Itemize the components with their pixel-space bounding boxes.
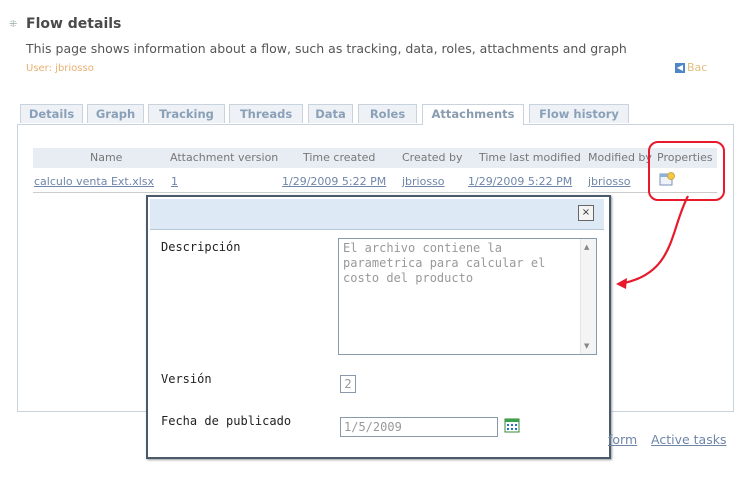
col-header-name: Name	[90, 151, 123, 164]
publish-date-input[interactable]: 1/5/2009	[340, 417, 498, 437]
modified-by-link[interactable]: jbriosso	[588, 175, 631, 188]
publish-date-label: Fecha de publicado	[161, 414, 292, 428]
calendar-icon[interactable]	[504, 417, 520, 433]
col-header-created-by: Created by	[402, 151, 463, 164]
dialog-titlebar[interactable]	[150, 199, 604, 230]
back-link-label: Bac	[687, 61, 708, 74]
page-title: Flow details	[26, 16, 122, 32]
tab-threads[interactable]: Threads	[229, 104, 303, 123]
tab-attachments[interactable]: Attachments	[422, 104, 524, 125]
time-created-link[interactable]: 1/29/2009 5:22 PM	[282, 175, 386, 188]
page-subtitle: This page shows information about a flow…	[26, 41, 627, 56]
description-scrollbar[interactable]: ▲ ▼	[580, 239, 596, 354]
col-header-modified-by: Modified by	[588, 151, 652, 164]
description-text: El archivo contiene la parametrica para …	[343, 241, 546, 285]
dialog-close-button[interactable]: ×	[578, 205, 594, 221]
scroll-down-icon[interactable]: ▼	[584, 342, 589, 350]
col-header-time-last-modified: Time last modified	[479, 151, 581, 164]
form-link[interactable]: form	[608, 432, 637, 447]
tab-details[interactable]: Details	[20, 104, 83, 123]
tab-roles[interactable]: Roles	[358, 104, 417, 123]
back-arrow-icon: ◀	[675, 63, 685, 73]
tab-flow-history[interactable]: Flow history	[529, 104, 629, 123]
description-label: Descripción	[161, 240, 241, 254]
version-label: Versión	[161, 372, 212, 386]
annotation-arrow-icon	[616, 195, 689, 289]
col-header-attachment-version: Attachment version	[170, 151, 279, 164]
created-by-link[interactable]: jbriosso	[402, 175, 445, 188]
scroll-up-icon[interactable]: ▲	[584, 243, 589, 251]
attachment-version-link[interactable]: 1	[171, 175, 178, 188]
col-header-time-created: Time created	[303, 151, 376, 164]
back-link[interactable]: ◀ Bac	[675, 61, 707, 74]
attachment-name-link[interactable]: calculo venta Ext.xlsx	[34, 175, 154, 188]
expand-icon: ⁜	[9, 19, 18, 30]
description-textarea[interactable]: El archivo contiene la parametrica para …	[338, 238, 597, 355]
user-label: User: jbriosso	[26, 63, 94, 74]
tab-tracking[interactable]: Tracking	[148, 104, 225, 123]
active-tasks-link[interactable]: Active tasks	[651, 432, 726, 447]
time-last-modified-link[interactable]: 1/29/2009 5:22 PM	[468, 175, 572, 188]
tab-data[interactable]: Data	[308, 104, 353, 123]
version-field[interactable]: 2	[340, 375, 356, 393]
tab-graph[interactable]: Graph	[87, 104, 144, 123]
